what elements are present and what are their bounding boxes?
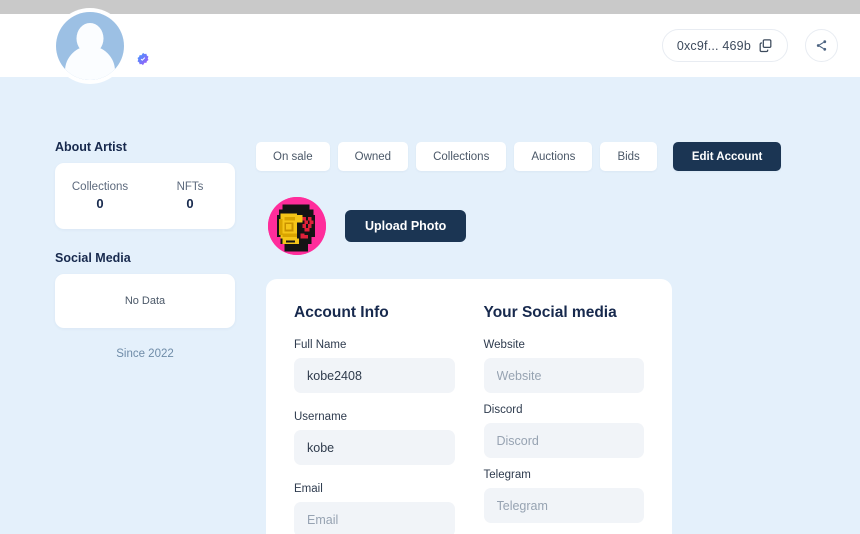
social-media-card: No Data bbox=[55, 274, 235, 328]
account-info-title: Account Info bbox=[294, 304, 389, 321]
wallet-address-text: 0xc9f... 469b bbox=[676, 38, 751, 53]
stat-value: 0 bbox=[96, 196, 104, 211]
share-button[interactable] bbox=[805, 29, 838, 62]
telegram-input[interactable] bbox=[483, 488, 644, 523]
tab-edit-account[interactable]: Edit Account bbox=[672, 142, 782, 171]
website-input[interactable] bbox=[483, 358, 644, 393]
upload-photo-row: Upload Photo bbox=[268, 197, 467, 255]
verified-check-icon bbox=[137, 52, 149, 66]
field-discord: Discord bbox=[483, 404, 644, 458]
field-label: Email bbox=[294, 483, 323, 495]
tab-owned[interactable]: Owned bbox=[337, 142, 409, 171]
copy-icon[interactable] bbox=[758, 38, 773, 53]
sidebar: About Artist Collections 0 NFTs 0 Social… bbox=[55, 140, 235, 360]
field-email: Email bbox=[294, 483, 455, 534]
upload-photo-button[interactable]: Upload Photo bbox=[345, 210, 467, 242]
stat-nfts: NFTs 0 bbox=[145, 181, 235, 211]
field-telegram: Telegram bbox=[483, 469, 644, 523]
stat-collections: Collections 0 bbox=[55, 181, 145, 211]
about-artist-heading: About Artist bbox=[55, 140, 127, 154]
stat-label: NFTs bbox=[176, 181, 204, 193]
field-label: Username bbox=[294, 411, 348, 423]
tab-bids[interactable]: Bids bbox=[600, 142, 657, 171]
field-username: Username bbox=[294, 411, 455, 465]
account-info-column: Account Info Full Name Username Email bbox=[294, 304, 455, 534]
avatar-body-shape bbox=[65, 46, 115, 80]
share-icon bbox=[816, 40, 827, 51]
social-media-title: Your Social media bbox=[483, 304, 617, 321]
field-label: Telegram bbox=[483, 469, 531, 481]
field-label: Full Name bbox=[294, 339, 347, 351]
avatar[interactable] bbox=[52, 8, 128, 84]
field-website: Website bbox=[483, 339, 644, 393]
pixel-helmet-nft-avatar-icon[interactable] bbox=[268, 197, 326, 255]
tab-collections[interactable]: Collections bbox=[416, 142, 507, 171]
field-full-name: Full Name bbox=[294, 339, 455, 393]
edit-account-form-card: Account Info Full Name Username Email Yo… bbox=[266, 279, 672, 534]
stat-label: Collections bbox=[71, 181, 129, 193]
stat-value: 0 bbox=[186, 196, 194, 211]
social-media-empty-text: No Data bbox=[124, 295, 166, 307]
tab-on-sale[interactable]: On sale bbox=[256, 142, 330, 171]
social-media-heading: Social Media bbox=[55, 251, 131, 265]
tab-auctions[interactable]: Auctions bbox=[514, 142, 593, 171]
field-label: Discord bbox=[483, 404, 523, 416]
email-input[interactable] bbox=[294, 502, 455, 534]
profile-tabs: On sale Owned Collections Auctions Bids … bbox=[256, 142, 782, 171]
member-since-text: Since 2022 bbox=[116, 348, 174, 360]
artist-stats-card: Collections 0 NFTs 0 bbox=[55, 163, 235, 229]
social-media-column: Your Social media Website Discord Telegr… bbox=[483, 304, 644, 534]
full-name-input[interactable] bbox=[294, 358, 455, 393]
user-avatar-placeholder-icon bbox=[56, 12, 124, 80]
discord-input[interactable] bbox=[483, 423, 644, 458]
profile-header: 0xc9f... 469b bbox=[0, 8, 860, 84]
browser-top-strip bbox=[0, 0, 860, 14]
username-input[interactable] bbox=[294, 430, 455, 465]
field-label: Website bbox=[483, 339, 525, 351]
wallet-address-chip[interactable]: 0xc9f... 469b bbox=[661, 29, 788, 62]
